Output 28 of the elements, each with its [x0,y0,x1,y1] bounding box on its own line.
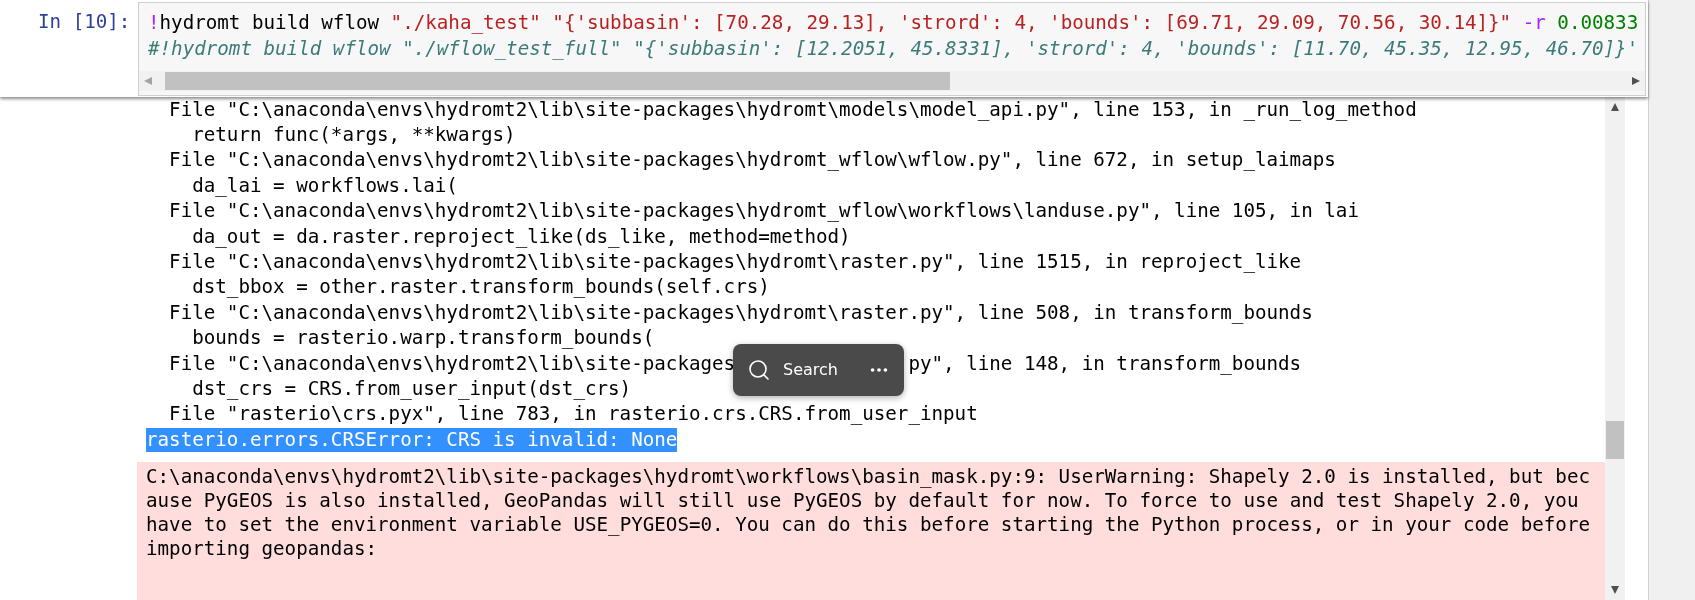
scrollbar-thumb[interactable] [165,72,950,90]
traceback-line: File "C:\anaconda\envs\hydromt2\lib\site-packages [169,351,736,376]
search-popup[interactable]: Search [733,343,904,396]
scroll-down-icon[interactable] [1611,586,1619,594]
search-icon[interactable] [747,357,771,382]
code-line: bounds = rasterio.warp.transform_bounds( [192,326,655,351]
code-line: da_lai = workflows.lai( [192,173,458,198]
search-label[interactable]: Search [783,360,856,380]
code-line: da_out = da.raster.reproject_like(ds_like, method=method) [192,224,851,249]
warning-text: C:\anaconda\envs\hydromt2\lib\site-packages\hydromt\workflows\basin_mask.py:9: UserWarning: Shapely 2.0 is installed, but because PyGEOS is also installed, GeoPandas will still use PyGEOS by default for now. To force to use and test Shapely 2.0, you have to set the environment variable USE_PYGEOS=0. You can do this before starting the Python process, or in your code before importing geopandas: [146,465,1590,562]
cell-prompt: In [10]: [37,9,132,35]
scroll-right-icon[interactable] [1632,77,1640,85]
traceback-line: File "C:\anaconda\envs\hydromt2\lib\site-packages\hydromt\models\model_api.py", line 153, in _run_log_method [169,97,1417,122]
vertical-scrollbar[interactable] [1605,97,1625,600]
traceback-line: File "rasterio\crs.pyx", line 783, in rasterio.crs.CRS.from_user_input [169,402,978,427]
code-line: dst_crs = CRS.from_user_input(dst_crs) [192,377,632,401]
horizontal-scrollbar[interactable] [139,71,1645,91]
traceback-line: File "C:\anaconda\envs\hydromt2\lib\site-packages\hydromt_wflow\wflow.py", line 672, in setup_laimaps [169,148,1336,173]
scroll-up-icon[interactable] [1611,103,1619,111]
traceback-line: File "C:\anaconda\envs\hydromt2\lib\site-packages\hydromt_wflow\workflows\landuse.py", line 105, in lai [169,199,1359,224]
code-line: dst_bbox = other.raster.transform_bounds(self.crs) [192,275,770,300]
error-message: rasterio.errors.CRSError: CRS is invalid: None [146,427,678,452]
traceback-line: File "C:\anaconda\envs\hydromt2\lib\site-packages\hydromt\raster.py", line 1515, in reproject_like [169,250,1302,275]
traceback-line: py", line 148, in transform_bounds [908,351,1302,376]
traceback-line: File "C:\anaconda\envs\hydromt2\lib\site-packages\hydromt\raster.py", line 508, in transform_bounds [169,300,1313,325]
code-input[interactable]: !hydromt build wflow "./kaha_test" "{'subbasin': [70.28, 29.13], 'strord': 4, 'bounds': [69.71, 29.09, 70.56, 30.14]}" -r 0.00833 #!hydromt build wflow "./wflow_test_full" "{'subbasin': [12.2051, 45.8331], 'strord': 4, 'bounds': [11.70, 45.35, 12.95, 46.70]}' [138,2,1646,96]
code-line: return func(*args, **kwargs) [192,123,516,148]
scrollbar-thumb[interactable] [1606,421,1624,459]
